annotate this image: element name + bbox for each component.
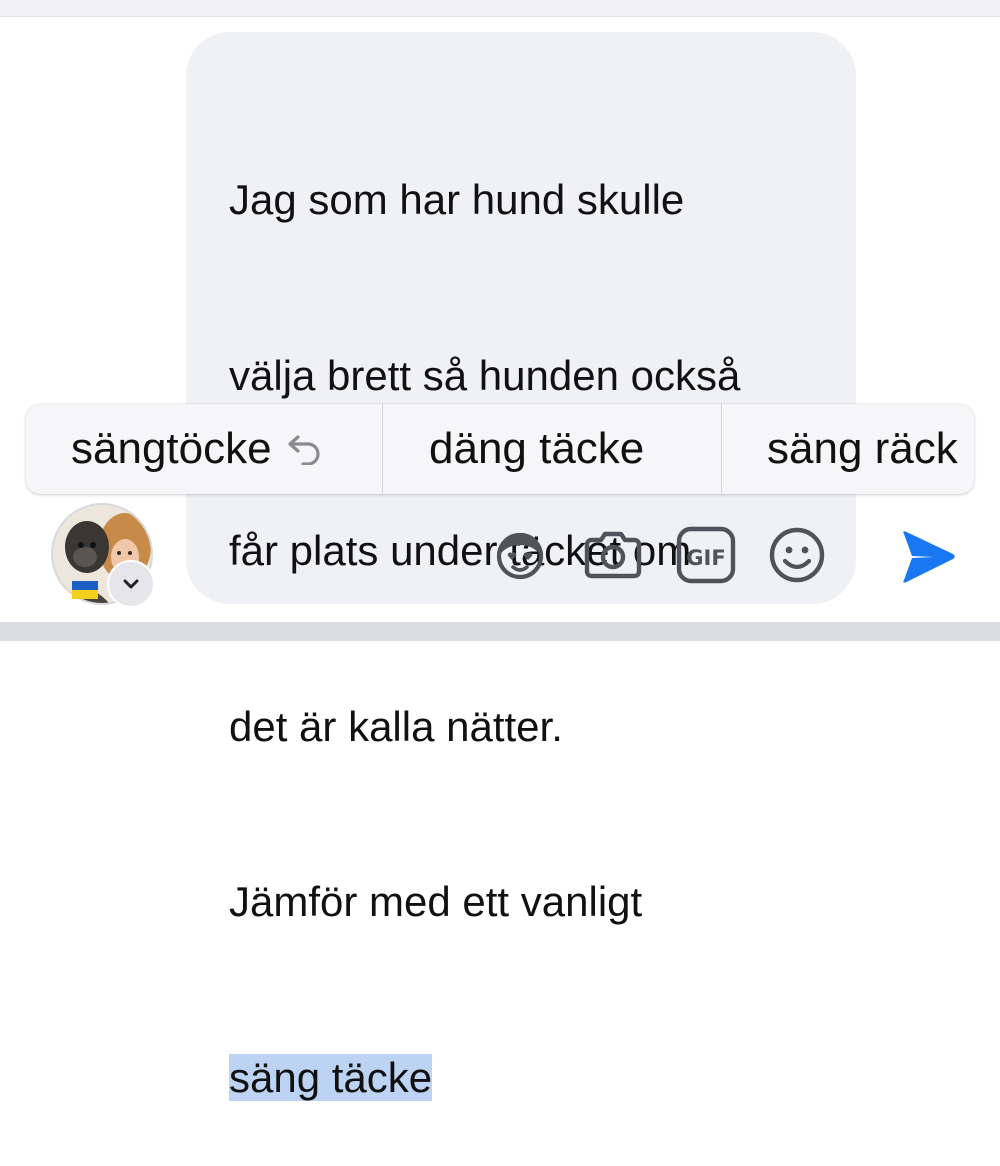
autocorrect-suggestion-bar: sängtöcke däng täcke säng räck — [26, 404, 974, 494]
message-input-text[interactable]: Jag som har hund skulle välja brett så h… — [229, 54, 829, 1166]
chevron-down-icon — [123, 579, 139, 589]
suggestion-label: däng täcke — [429, 424, 645, 473]
selected-text[interactable]: säng täcke — [229, 1053, 433, 1101]
account-switcher-button[interactable] — [107, 560, 155, 608]
undo-arrow-icon — [287, 435, 320, 465]
message-line: Jag som har hund skulle — [229, 176, 685, 223]
camera-icon[interactable] — [581, 523, 645, 587]
send-icon[interactable] — [898, 527, 958, 587]
suggestion-option-2[interactable]: däng täcke — [429, 404, 644, 494]
suggestion-option-3[interactable]: säng räck — [767, 404, 958, 494]
svg-text:GIF: GIF — [686, 546, 725, 570]
message-line: välja brett så hunden också — [229, 351, 741, 399]
keyboard-top-edge — [0, 622, 1000, 641]
avatar-sticker-icon[interactable] — [488, 523, 552, 587]
gif-icon[interactable]: GIF — [674, 523, 738, 587]
suggestion-divider — [721, 404, 722, 494]
ukraine-flag-icon — [72, 581, 98, 599]
suggestion-label: säng räck — [767, 424, 958, 473]
message-line: det är kalla nätter. — [229, 702, 563, 750]
emoji-icon[interactable] — [765, 523, 829, 587]
suggestion-divider — [382, 404, 383, 494]
suggestion-original-word[interactable]: sängtöcke — [71, 404, 324, 494]
message-line: Jämför med ett vanligt — [229, 878, 643, 925]
suggestion-label: sängtöcke — [71, 424, 272, 473]
top-divider — [0, 0, 1000, 17]
